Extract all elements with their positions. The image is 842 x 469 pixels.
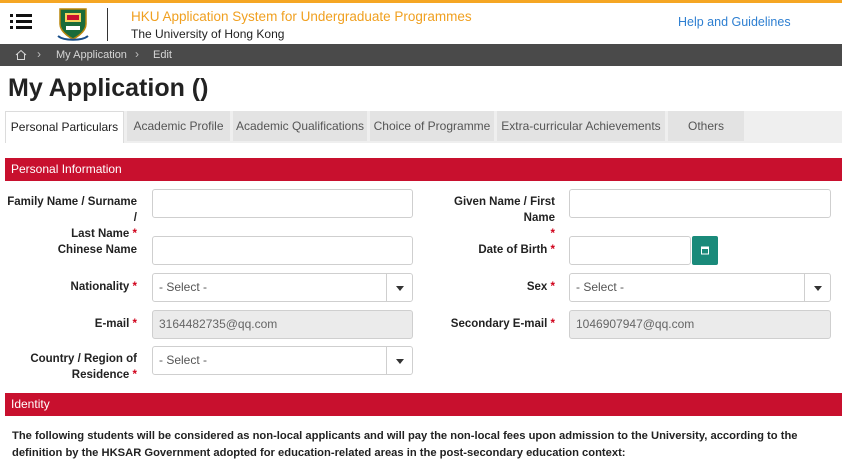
required-mark: *: [550, 281, 555, 293]
country-of-residence-label: Country / Region of Residence *: [5, 351, 137, 383]
tab-extra-curricular-achievements[interactable]: Extra-curricular Achievements: [497, 111, 665, 141]
chevron-down-icon: [804, 274, 830, 301]
family-name-label-line2: Last Name: [71, 228, 130, 240]
tab-personal-particulars[interactable]: Personal Particulars: [5, 111, 124, 143]
hku-crest-logo: [57, 8, 89, 41]
date-of-birth-input[interactable]: [569, 236, 691, 265]
country-of-residence-select[interactable]: - Select -: [152, 346, 413, 375]
required-mark: *: [132, 281, 137, 293]
date-of-birth-label-text: Date of Birth: [478, 244, 548, 256]
chevron-down-icon: [386, 347, 412, 374]
required-mark: *: [550, 228, 555, 240]
app-title: HKU Application System for Undergraduate…: [131, 9, 472, 24]
nationality-label: Nationality *: [5, 279, 137, 295]
sex-select-value: - Select -: [576, 280, 625, 294]
email-label: E-mail *: [5, 316, 137, 332]
country-label-line2: Residence: [71, 369, 130, 381]
secondary-email-label-text: Secondary E-mail: [450, 318, 548, 330]
chevron-down-icon: [386, 274, 412, 301]
header-divider: [107, 8, 108, 41]
calendar-icon: [701, 246, 709, 255]
hamburger-menu-icon[interactable]: [10, 12, 32, 32]
family-name-label: Family Name / Surname / Last Name *: [5, 194, 137, 242]
breadcrumb-edit: Edit: [153, 49, 172, 61]
sex-select[interactable]: - Select -: [569, 273, 831, 302]
university-name: The University of Hong Kong: [131, 27, 285, 41]
required-mark: *: [132, 228, 137, 240]
help-and-guidelines-link[interactable]: Help and Guidelines: [678, 15, 791, 29]
family-name-input[interactable]: [152, 189, 413, 218]
nationality-label-text: Nationality: [70, 281, 130, 293]
country-select-value: - Select -: [159, 353, 208, 367]
email-field: 3164482735@qq.com: [152, 310, 413, 339]
nationality-select-value: - Select -: [159, 280, 208, 294]
date-of-birth-label: Date of Birth *: [425, 242, 555, 258]
secondary-email-field: 1046907947@qq.com: [569, 310, 831, 339]
given-name-input[interactable]: [569, 189, 831, 218]
tab-others[interactable]: Others: [668, 111, 744, 141]
given-name-label: Given Name / First Name *: [425, 194, 555, 242]
required-mark: *: [132, 318, 137, 330]
tab-choice-of-programme[interactable]: Choice of Programme: [370, 111, 494, 141]
breadcrumb-my-application[interactable]: My Application: [56, 49, 127, 61]
breadcrumb-separator-icon: ›: [135, 47, 139, 61]
country-label-line1: Country / Region of: [30, 353, 137, 365]
required-mark: *: [550, 318, 555, 330]
chinese-name-label: Chinese Name: [57, 244, 137, 256]
nationality-select[interactable]: - Select -: [152, 273, 413, 302]
family-name-label-line1: Family Name / Surname /: [7, 196, 137, 224]
sex-label: Sex *: [425, 279, 555, 295]
identity-note: The following students will be considere…: [12, 430, 798, 459]
page-title: My Application (): [8, 74, 209, 102]
home-icon[interactable]: [15, 49, 27, 61]
breadcrumb: › My Application › Edit: [0, 44, 842, 66]
tab-bar: Personal Particulars Academic Profile Ac…: [5, 111, 842, 143]
email-label-text: E-mail: [94, 318, 130, 330]
given-name-label-line1: Given Name / First Name: [454, 196, 555, 224]
required-mark: *: [132, 369, 137, 381]
breadcrumb-separator-icon: ›: [37, 47, 41, 61]
secondary-email-label: Secondary E-mail *: [425, 316, 555, 332]
chinese-name-input[interactable]: [152, 236, 413, 265]
sex-label-text: Sex: [526, 281, 548, 293]
tab-academic-profile[interactable]: Academic Profile: [127, 111, 230, 141]
required-mark: *: [550, 244, 555, 256]
identity-header: Identity: [5, 393, 842, 416]
top-header: HKU Application System for Undergraduate…: [0, 0, 842, 44]
tab-academic-qualifications[interactable]: Academic Qualifications: [233, 111, 367, 141]
personal-information-header: Personal Information: [5, 158, 842, 181]
calendar-button[interactable]: [692, 236, 718, 265]
